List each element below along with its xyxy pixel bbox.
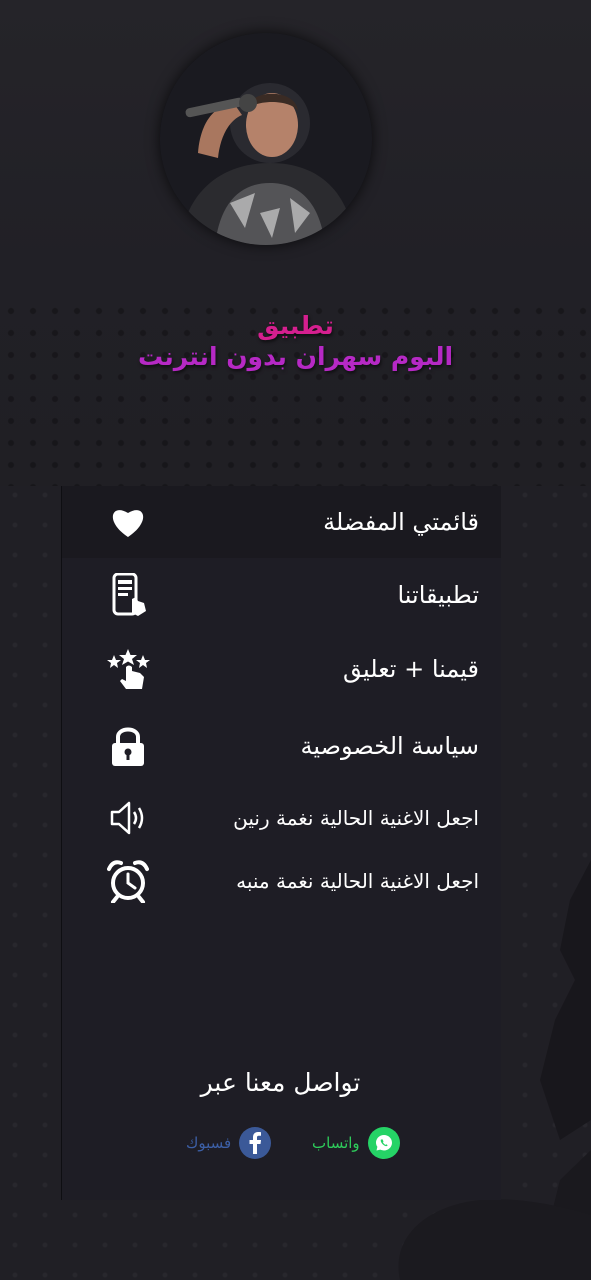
menu-label-favorites: قائمتي المفضلة bbox=[323, 508, 479, 536]
menu-item-favorites[interactable]: قائمتي المفضلة bbox=[62, 486, 501, 558]
speaker-icon bbox=[106, 796, 150, 840]
rate-stars-icon bbox=[106, 647, 150, 691]
menu-label-set-ringtone: اجعل الاغنية الحالية نغمة رنين bbox=[233, 806, 479, 830]
menu-label-privacy: سياسة الخصوصية bbox=[300, 732, 479, 760]
heart-icon bbox=[106, 500, 150, 544]
singer-avatar bbox=[160, 33, 372, 245]
menu-item-set-alarm[interactable]: اجعل الاغنية الحالية نغمة منبه bbox=[62, 850, 501, 912]
menu-label-rate: قيمنا + تعليق bbox=[343, 655, 479, 683]
whatsapp-label: واتساب bbox=[312, 1134, 360, 1152]
menu-item-privacy[interactable]: سياسة الخصوصية bbox=[62, 706, 501, 786]
phone-apps-icon bbox=[106, 573, 150, 617]
alarm-clock-icon bbox=[106, 859, 150, 903]
whatsapp-link[interactable]: واتساب bbox=[304, 1126, 400, 1160]
app-label: تطبيق bbox=[257, 311, 334, 340]
whatsapp-icon bbox=[367, 1127, 400, 1159]
facebook-link[interactable]: فسبوك bbox=[178, 1126, 272, 1160]
album-title: البوم سهران بدون انترنت bbox=[137, 342, 454, 372]
menu-item-set-ringtone[interactable]: اجعل الاغنية الحالية نغمة رنين bbox=[62, 786, 501, 850]
app-title: تطبيق البوم سهران بدون انترنت bbox=[0, 310, 591, 373]
menu-item-rate[interactable]: قيمنا + تعليق bbox=[62, 632, 501, 706]
menu-label-our-apps: تطبيقاتنا bbox=[397, 581, 479, 609]
menu-item-our-apps[interactable]: تطبيقاتنا bbox=[62, 558, 501, 632]
contact-title: تواصل معنا عبر bbox=[200, 1068, 361, 1097]
lock-icon bbox=[106, 724, 150, 768]
facebook-icon bbox=[239, 1127, 272, 1159]
menu-label-set-alarm: اجعل الاغنية الحالية نغمة منبه bbox=[236, 869, 479, 893]
facebook-label: فسبوك bbox=[186, 1134, 232, 1152]
background-shape-bottom bbox=[398, 1199, 591, 1280]
